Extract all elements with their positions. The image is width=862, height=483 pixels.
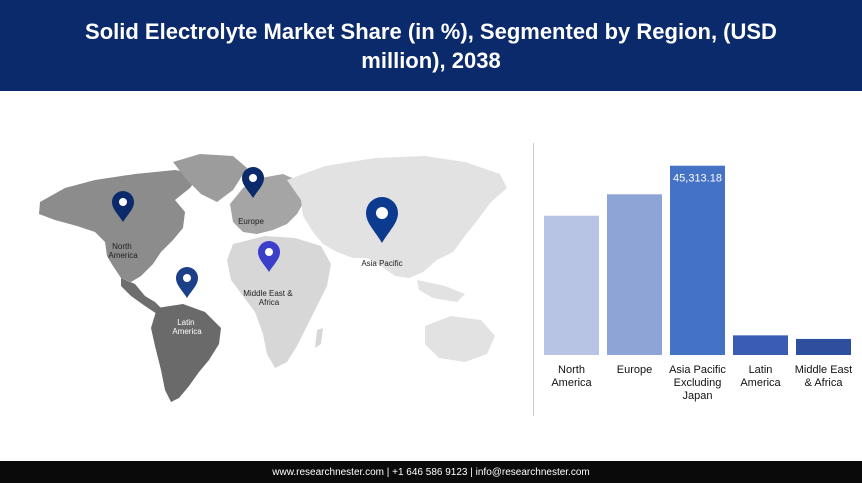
north-america-pin-label-line-2: America: [108, 251, 138, 260]
category-label-4: Middle East & Africa: [795, 364, 852, 389]
north-america-shape: [39, 170, 200, 282]
bar-0: [544, 215, 599, 355]
panel-divider: [533, 143, 534, 416]
europe-pin-label: Europe: [238, 217, 264, 226]
southeast-asia-shape: [417, 280, 465, 302]
north-america-pin-label: North America: [108, 242, 138, 260]
category-label-line: North: [558, 364, 585, 376]
category-label-line: Asia Pacific: [669, 364, 726, 376]
category-label-line: Latin: [749, 364, 773, 376]
bar-value-label-2: 45,313.18: [673, 173, 722, 185]
latin-america-pin-label-line-1: Latin: [177, 318, 194, 327]
middle-east-africa-pin-label-line-2: Africa: [259, 298, 280, 307]
central-america-shape: [121, 278, 163, 314]
category-label-0: North America: [551, 364, 592, 389]
page-title: Solid Electrolyte Market Share (in %), S…: [85, 18, 777, 73]
category-label-line: America: [551, 377, 592, 389]
north-america-pin-label-line-1: North: [112, 242, 132, 251]
asia-pacific-pin-label-line-1: Asia Pacific: [361, 259, 402, 268]
australia-shape: [425, 316, 495, 362]
category-label-2: Asia Pacific Excluding Japan: [669, 364, 726, 402]
category-label-line: & Africa: [805, 377, 844, 389]
latin-america-pin-label-line-2: America: [172, 327, 202, 336]
world-map: North America Europe Asia Pacific Middle…: [25, 140, 515, 410]
europe-pin-label-line-1: Europe: [238, 217, 264, 226]
category-label-3: Latin America: [740, 364, 781, 389]
middle-east-africa-pin-label-line-1: Middle East &: [243, 289, 293, 298]
title-bar: Solid Electrolyte Market Share (in %), S…: [0, 0, 862, 91]
category-label-1: Europe: [617, 364, 652, 376]
bar-2: [670, 165, 725, 355]
category-label-line: Middle East: [795, 364, 852, 376]
category-label-line: America: [740, 377, 781, 389]
category-label-line: Japan: [683, 390, 713, 402]
category-label-line: Excluding: [674, 377, 722, 389]
bar-1: [607, 194, 662, 355]
bar-3: [733, 335, 788, 355]
category-label-line: Europe: [617, 364, 652, 376]
latin-america-pin: [176, 267, 198, 298]
madagascar-shape: [315, 328, 323, 348]
footer-bar: www.researchnester.com | +1 646 586 9123…: [0, 461, 862, 483]
bar-chart: North AmericaEurope45,313.18Asia Pacific E…: [544, 165, 852, 402]
footer-contact-text: www.researchnester.com | +1 646 586 9123…: [272, 466, 590, 478]
bar-4: [796, 338, 851, 355]
asia-pacific-pin-label: Asia Pacific: [361, 259, 402, 268]
world-map-svg: North America Europe Asia Pacific Middle…: [39, 154, 507, 402]
